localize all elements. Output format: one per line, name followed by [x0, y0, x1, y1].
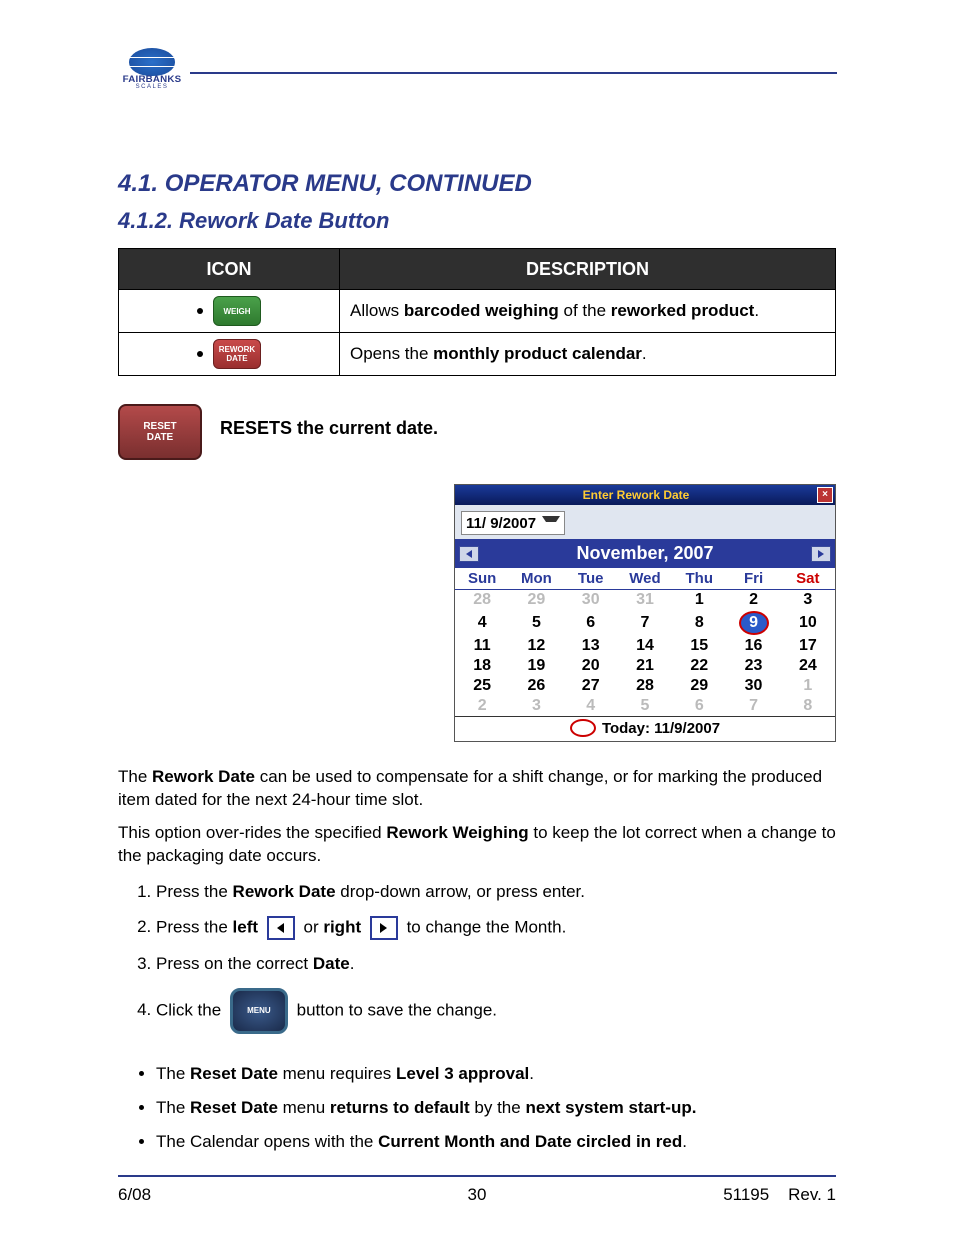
day-cell[interactable]: 25: [455, 676, 509, 696]
day-cell[interactable]: 18: [455, 656, 509, 676]
table-cell-description: Allows barcoded weighing of the reworked…: [340, 290, 836, 333]
day-cell[interactable]: 21: [618, 656, 672, 676]
day-cell[interactable]: 11: [455, 636, 509, 656]
right-arrow-icon[interactable]: [370, 916, 398, 940]
day-cell: 28: [455, 590, 509, 611]
day-cell[interactable]: 3: [781, 590, 835, 611]
table-cell-icon: WEIGH: [119, 290, 340, 333]
day-cell[interactable]: 22: [672, 656, 726, 676]
day-cell[interactable]: 23: [726, 656, 780, 676]
prev-month-button[interactable]: [459, 546, 479, 562]
day-cell: 31: [618, 590, 672, 611]
day-cell[interactable]: 20: [564, 656, 618, 676]
day-cell[interactable]: 5: [509, 610, 563, 636]
day-cell[interactable]: 8: [672, 610, 726, 636]
day-header: Sun: [455, 568, 509, 590]
section-title: 4.1. OPERATOR MENU, CONTINUED: [118, 170, 836, 198]
day-header: Tue: [564, 568, 618, 590]
day-header: Sat: [781, 568, 835, 590]
col-icon: ICON: [119, 249, 340, 290]
step-1: Press the Rework Date drop-down arrow, o…: [156, 882, 836, 902]
paragraph-2: This option over-rides the specified Rew…: [118, 822, 836, 868]
brand-name: FAIRBANKS: [117, 74, 186, 84]
day-cell: 6: [672, 696, 726, 716]
table-cell-description: Opens the monthly product calendar.: [340, 333, 836, 376]
day-cell[interactable]: 15: [672, 636, 726, 656]
day-cell[interactable]: 30: [726, 676, 780, 696]
left-arrow-icon[interactable]: [267, 916, 295, 940]
weigh-button-graphic: WEIGH: [213, 296, 261, 326]
date-value: 11/ 9/2007: [466, 515, 536, 532]
next-month-button[interactable]: [811, 546, 831, 562]
menu-button-graphic: MENU: [230, 988, 288, 1034]
day-cell: 4: [564, 696, 618, 716]
brand-sub: SCALES: [120, 84, 184, 90]
day-cell[interactable]: 19: [509, 656, 563, 676]
note-3: The Calendar opens with the Current Mont…: [156, 1132, 836, 1152]
day-cell[interactable]: 13: [564, 636, 618, 656]
table-cell-icon: REWORK DATE: [119, 333, 340, 376]
day-cell[interactable]: 14: [618, 636, 672, 656]
day-cell[interactable]: 4: [455, 610, 509, 636]
today-bar[interactable]: Today: 11/9/2007: [455, 716, 835, 741]
notes-list: The Reset Date menu requires Level 3 app…: [118, 1064, 836, 1152]
calendar-titlebar: Enter Rework Date ×: [455, 485, 835, 505]
day-cell[interactable]: 29: [672, 676, 726, 696]
dropdown-icon[interactable]: [542, 516, 560, 530]
calendar-title: Enter Rework Date: [455, 488, 817, 502]
header-rule: [190, 72, 837, 74]
icon-description-table: ICON DESCRIPTION WEIGH Allows barcoded we…: [118, 248, 836, 376]
date-input[interactable]: 11/ 9/2007: [461, 511, 565, 535]
day-cell[interactable]: 26: [509, 676, 563, 696]
step-4: Click the MENU button to save the change…: [156, 988, 836, 1034]
day-cell[interactable]: 2: [726, 590, 780, 611]
page-footer: 6/08 30 51195 Rev. 1: [118, 1175, 836, 1205]
brand-logo: FAIRBANKS SCALES: [120, 48, 184, 100]
day-cell[interactable]: 16: [726, 636, 780, 656]
paragraph-1: The Rework Date can be used to compensat…: [118, 766, 836, 812]
day-cell[interactable]: 12: [509, 636, 563, 656]
day-cell[interactable]: 24: [781, 656, 835, 676]
day-cell[interactable]: 17: [781, 636, 835, 656]
today-ring-icon: [570, 719, 596, 737]
reset-date-button-graphic: RESETDATE: [118, 404, 202, 460]
day-header: Fri: [726, 568, 780, 590]
day-header: Wed: [618, 568, 672, 590]
note-2: The Reset Date menu returns to default b…: [156, 1098, 836, 1118]
day-header: Mon: [509, 568, 563, 590]
day-cell: 3: [509, 696, 563, 716]
reset-caption: RESETS the current date.: [220, 418, 438, 439]
day-cell: 5: [618, 696, 672, 716]
day-cell[interactable]: 7: [618, 610, 672, 636]
day-cell: 2: [455, 696, 509, 716]
step-2: Press the left or right to change the Mo…: [156, 916, 836, 940]
day-cell: 29: [509, 590, 563, 611]
day-cell: 1: [781, 676, 835, 696]
today-label: Today: 11/9/2007: [602, 720, 720, 737]
rework-date-button-graphic: REWORK DATE: [213, 339, 261, 369]
day-cell: 7: [726, 696, 780, 716]
day-header: Thu: [672, 568, 726, 590]
day-cell[interactable]: 6: [564, 610, 618, 636]
month-label: November, 2007: [576, 543, 713, 564]
footer-page: 30: [357, 1185, 596, 1205]
footer-right: 51195 Rev. 1: [597, 1185, 836, 1205]
day-cell[interactable]: 1: [672, 590, 726, 611]
note-1: The Reset Date menu requires Level 3 app…: [156, 1064, 836, 1084]
day-cell[interactable]: 9: [726, 610, 780, 636]
close-icon[interactable]: ×: [817, 487, 833, 503]
step-3: Press on the correct Date.: [156, 954, 836, 974]
day-cell: 30: [564, 590, 618, 611]
day-cell[interactable]: 28: [618, 676, 672, 696]
col-description: DESCRIPTION: [340, 249, 836, 290]
calendar-widget: Enter Rework Date × 11/ 9/2007 November,…: [454, 484, 836, 742]
footer-date: 6/08: [118, 1185, 357, 1205]
section-subtitle: 4.1.2. Rework Date Button: [118, 208, 836, 234]
day-cell[interactable]: 27: [564, 676, 618, 696]
day-cell[interactable]: 10: [781, 610, 835, 636]
steps-list: Press the Rework Date drop-down arrow, o…: [118, 882, 836, 1034]
day-cell: 8: [781, 696, 835, 716]
